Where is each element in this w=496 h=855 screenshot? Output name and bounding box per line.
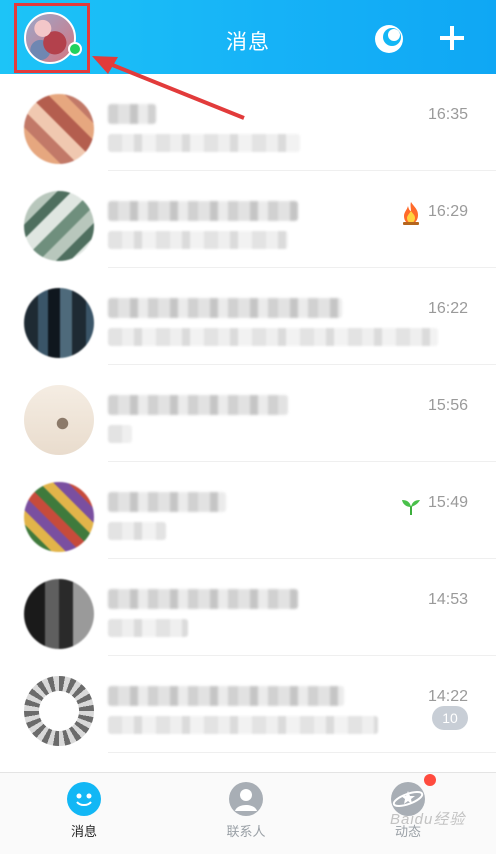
conversation-list[interactable]: 16:35 16:29 16:22 15:56 15:49 14:53 14:2… (0, 74, 496, 770)
message-preview (108, 522, 166, 540)
tab-label: 联系人 (226, 824, 266, 839)
list-item[interactable]: 16:22 (0, 268, 496, 365)
timestamp: 16:35 (427, 106, 468, 123)
watermark: Baidu经验 (390, 811, 466, 828)
contact-name (108, 298, 342, 318)
timestamp: 15:56 (427, 397, 468, 414)
timestamp: 14:53 (427, 591, 468, 608)
list-item[interactable]: 14:22 10 (0, 656, 496, 753)
avatar[interactable] (24, 482, 94, 552)
moon-icon[interactable] (373, 23, 405, 55)
tab-contacts[interactable]: 联系人 (186, 773, 306, 855)
message-preview (108, 619, 188, 637)
contact-name (108, 686, 344, 706)
list-item[interactable]: 16:35 (0, 74, 496, 171)
contact-name (108, 104, 156, 124)
contact-name (108, 395, 288, 415)
avatar[interactable] (24, 676, 94, 746)
message-icon (67, 782, 101, 816)
timestamp: 16:29 (427, 203, 468, 220)
list-item[interactable]: 15:49 (0, 462, 496, 559)
timestamp: 14:22 (427, 688, 468, 705)
notification-dot (424, 774, 436, 786)
contact-name (108, 492, 226, 512)
contact-name (108, 589, 298, 609)
unread-badge: 10 (432, 706, 468, 730)
list-item[interactable]: 14:53 (0, 559, 496, 656)
plus-icon[interactable] (438, 24, 466, 52)
sprout-icon (402, 500, 420, 515)
avatar[interactable] (24, 191, 94, 261)
contacts-icon (229, 782, 263, 816)
message-preview (108, 425, 132, 443)
contact-name (108, 201, 298, 221)
list-item[interactable]: 16:29 (0, 171, 496, 268)
avatar[interactable] (24, 385, 94, 455)
avatar[interactable] (24, 288, 94, 358)
avatar[interactable] (24, 579, 94, 649)
message-preview (108, 134, 300, 152)
annotation-box (14, 3, 90, 73)
tab-label: 消息 (70, 824, 97, 839)
list-item[interactable] (0, 753, 496, 770)
timestamp: 15:49 (427, 494, 468, 511)
timestamp: 16:22 (427, 300, 468, 317)
message-preview (108, 328, 438, 346)
tab-messages[interactable]: 消息 (24, 773, 144, 855)
avatar[interactable] (24, 94, 94, 164)
fire-icon (403, 202, 419, 225)
list-item[interactable]: 15:56 (0, 365, 496, 462)
message-preview (108, 231, 288, 249)
message-preview (108, 716, 378, 734)
